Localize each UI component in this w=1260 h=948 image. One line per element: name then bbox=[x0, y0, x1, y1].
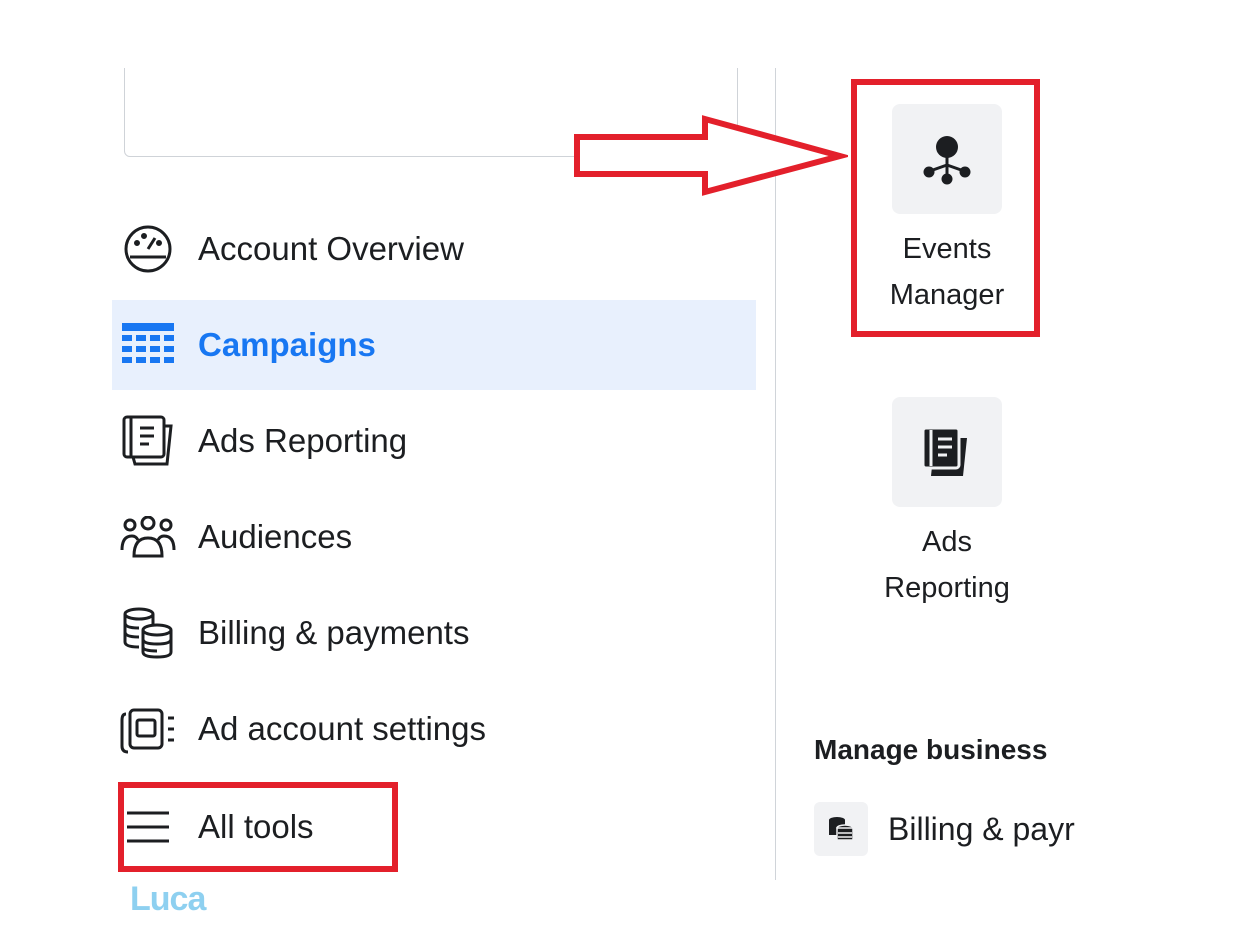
nav-item-audiences[interactable]: Audiences bbox=[112, 492, 756, 582]
highlight-box-all-tools bbox=[118, 782, 398, 872]
nav-item-ads-reporting[interactable]: Ads Reporting bbox=[112, 396, 756, 486]
coins-icon bbox=[814, 802, 868, 856]
manage-item-billing-payments[interactable]: Billing & payr bbox=[814, 800, 1096, 858]
report-icon bbox=[120, 413, 176, 469]
gauge-icon bbox=[120, 221, 176, 277]
people-icon bbox=[120, 509, 176, 565]
nav-label: Billing & payments bbox=[198, 614, 470, 651]
section-title-manage-business: Manage business bbox=[814, 734, 1048, 765]
coins-icon bbox=[120, 605, 176, 661]
settings-card-icon bbox=[120, 701, 176, 757]
manage-item-label: Billing & payr bbox=[888, 810, 1075, 847]
nav-label: Campaigns bbox=[198, 326, 376, 363]
nav-label: Account Overview bbox=[198, 230, 464, 267]
nav-label: Ads Reporting bbox=[198, 422, 408, 459]
red-arrow-icon bbox=[574, 115, 848, 196]
table-icon bbox=[120, 317, 176, 373]
nav-label: Audiences bbox=[198, 518, 353, 555]
watermark-logo: Luca bbox=[130, 880, 206, 918]
nav-item-campaigns[interactable]: Campaigns bbox=[112, 300, 756, 390]
nav-label: Ad account settings bbox=[198, 710, 487, 747]
nav-item-ad-account-settings[interactable]: Ad account settings bbox=[112, 684, 756, 774]
report-icon bbox=[892, 397, 1002, 507]
nav-item-billing-payments[interactable]: Billing & payments bbox=[112, 588, 756, 678]
highlight-box-events-manager bbox=[851, 79, 1040, 337]
tool-tile-ads-reporting[interactable]: Ads Reporting bbox=[842, 397, 1052, 611]
tool-label: Ads Reporting bbox=[884, 526, 1010, 604]
nav-item-account-overview[interactable]: Account Overview bbox=[112, 204, 756, 294]
